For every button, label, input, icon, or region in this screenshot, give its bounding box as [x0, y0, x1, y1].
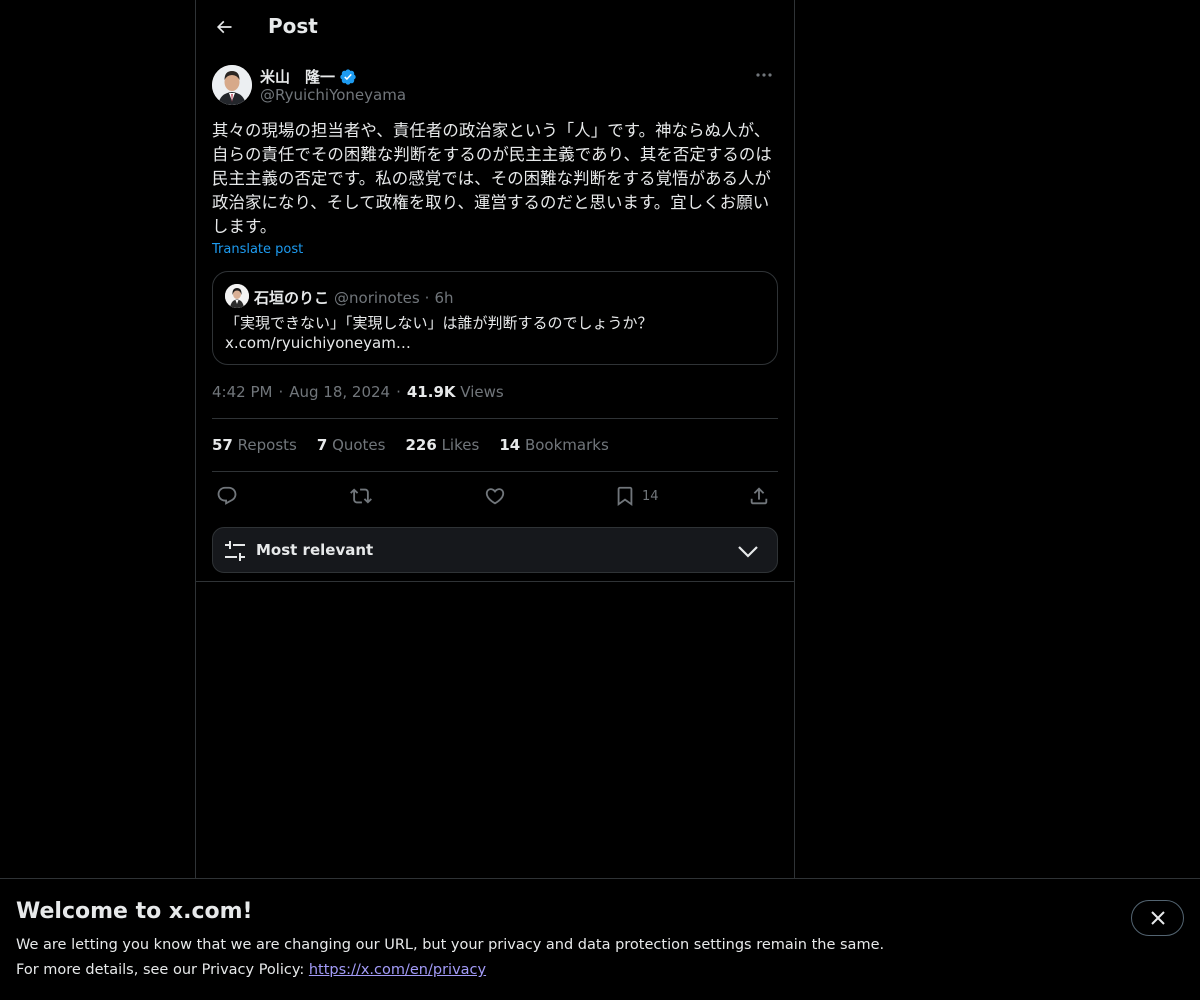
banner-details-text: For more details, see our Privacy Policy…	[16, 962, 309, 978]
reposts-stat[interactable]: 57 Reposts	[212, 436, 297, 454]
quoted-post[interactable]: 石垣のりこ @norinotes · 6h 「実現できない」「実現しない」は誰が…	[212, 271, 778, 365]
quote-author-handle: @norinotes	[334, 288, 420, 307]
meta-separator: ·	[278, 383, 284, 401]
quote-separator: ·	[424, 288, 430, 307]
bookmarks-label: Bookmarks	[524, 436, 609, 454]
bookmarks-stat[interactable]: 14 Bookmarks	[499, 436, 608, 454]
quotes-stat[interactable]: 7 Quotes	[317, 436, 386, 454]
quote-link-text: x.com/ryuichiyoneyam…	[225, 334, 411, 352]
post-date[interactable]: Aug 18, 2024	[289, 383, 390, 401]
reposts-count: 57	[212, 436, 233, 454]
bookmarks-count: 14	[499, 436, 521, 454]
quote-avatar	[225, 284, 249, 308]
quote-author-photo-icon	[225, 284, 249, 308]
quote-text: 「実現できない」「実現しない」は誰が判断するのでしょうか？ x.com/ryui…	[225, 313, 765, 353]
author-name-text: 米山 隆一	[260, 68, 336, 86]
close-banner-button[interactable]	[1131, 900, 1184, 936]
bookmark-count: 14	[642, 488, 659, 504]
reply-icon	[217, 486, 237, 505]
bookmark-button[interactable]: 14	[614, 482, 659, 510]
views-stat: 41.9K Views	[407, 383, 504, 401]
views-count: 41.9K	[406, 383, 456, 401]
close-icon	[1150, 911, 1165, 925]
repost-button[interactable]	[350, 482, 372, 510]
likes-label: Likes	[441, 436, 480, 454]
post-time[interactable]: 4:42 PM	[212, 383, 272, 401]
post-text: 其々の現場の担当者や、責任者の政治家という「人」です。神ならぬ人が、自らの責任で…	[212, 121, 772, 236]
sort-replies-dropdown[interactable]: Most relevant	[212, 527, 778, 573]
author-name[interactable]: 米山 隆一	[260, 66, 357, 87]
quote-text-line: 「実現できない」「実現しない」は誰が判断するのでしょうか？	[225, 314, 653, 332]
quote-author-name: 石垣のりこ	[254, 289, 330, 307]
share-button[interactable]	[748, 482, 770, 510]
arrow-left-icon	[216, 20, 232, 34]
bookmark-icon	[617, 486, 633, 507]
quote-time: 6h	[434, 288, 454, 307]
author-handle[interactable]: @RyuichiYoneyama	[260, 86, 406, 104]
translate-post-link[interactable]: Translate post	[212, 242, 303, 257]
post-author: 米山 隆一 @RyuichiYoneyama	[212, 64, 778, 108]
quotes-count: 7	[316, 436, 328, 454]
meta-separator: ·	[396, 383, 401, 401]
verified-badge-icon	[340, 68, 356, 85]
like-icon	[485, 488, 505, 505]
quotes-label: Quotes	[332, 436, 386, 454]
privacy-policy-link[interactable]: https://x.com/en/privacy	[309, 962, 486, 978]
reposts-label: Reposts	[237, 436, 297, 454]
page-title: Post	[268, 14, 318, 38]
back-button[interactable]	[210, 13, 238, 41]
divider	[212, 471, 778, 472]
banner-details: For more details, see our Privacy Policy…	[16, 962, 486, 978]
post-meta: 4:42 PM · Aug 18, 2024 · 41.9K Views	[212, 383, 504, 401]
divider	[196, 581, 794, 582]
likes-count: 226	[405, 436, 437, 454]
author-avatar[interactable]	[212, 65, 252, 105]
banner-title: Welcome to x.com!	[16, 899, 253, 924]
more-options-button[interactable]	[750, 64, 778, 86]
post-header: Post	[196, 0, 794, 54]
share-icon	[750, 487, 768, 505]
chevron-down-icon	[738, 546, 758, 558]
author-photo-icon	[212, 65, 252, 105]
welcome-banner: Welcome to x.com! We are letting you kno…	[0, 878, 1200, 1000]
like-button[interactable]	[484, 482, 506, 510]
quote-header: 石垣のりこ @norinotes · 6h	[254, 287, 454, 308]
divider	[212, 418, 778, 419]
sliders-icon	[225, 541, 245, 561]
action-bar: 14	[212, 482, 778, 510]
reply-button[interactable]	[216, 482, 238, 510]
more-dots-icon	[756, 73, 772, 77]
views-label: Views	[460, 383, 504, 401]
sort-label: Most relevant	[256, 541, 374, 559]
post-stats: 57 Reposts 7 Quotes 226 Likes 14 Bookmar…	[212, 436, 609, 454]
main-column: Post 米山 隆一 @RyuichiYoneyama 其々の現場の担当者や、責…	[195, 0, 795, 878]
likes-stat[interactable]: 226 Likes	[405, 436, 479, 454]
repost-icon	[350, 488, 372, 504]
banner-message: We are letting you know that we are chan…	[16, 937, 885, 953]
